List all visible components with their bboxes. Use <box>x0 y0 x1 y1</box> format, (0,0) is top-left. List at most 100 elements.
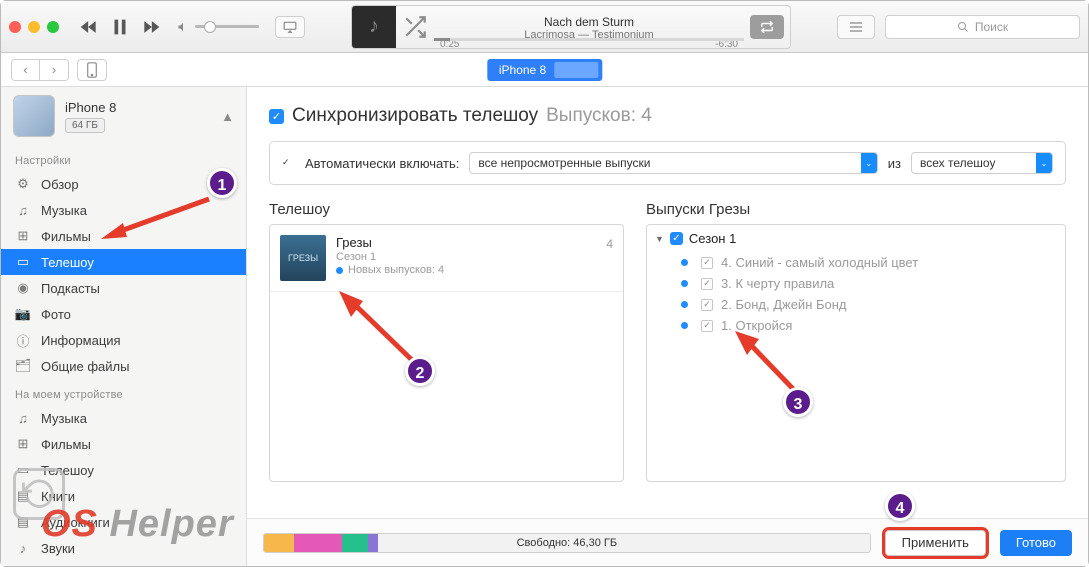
queue-button[interactable] <box>837 15 875 39</box>
watermark-text: OS Helper <box>41 502 234 546</box>
episode-checkbox[interactable]: ✓ <box>701 320 713 332</box>
progress-bar[interactable] <box>434 38 744 41</box>
annotation-marker-1: 1 <box>207 168 237 198</box>
sidebar-item-label: Фильмы <box>41 437 91 452</box>
info-icon: ⓘ <box>15 331 31 350</box>
show-new: Новых выпусков: 4 <box>336 264 596 276</box>
auto-include-label: Автоматически включать: <box>305 156 459 171</box>
history-nav[interactable]: ‹ › <box>11 59 69 81</box>
eject-icon[interactable]: ▲ <box>221 109 234 124</box>
device-tab-label: iPhone 8 <box>491 63 554 77</box>
device-name: iPhone 8 <box>65 100 211 115</box>
search-input[interactable]: Поиск <box>885 15 1080 39</box>
repeat-icon[interactable] <box>750 15 784 39</box>
episode-checkbox[interactable]: ✓ <box>701 257 713 269</box>
disclosure-icon[interactable]: ▼ <box>655 234 664 244</box>
now-playing: ♪ Nach dem Sturm Lacrimosa — Testimonium… <box>351 5 791 49</box>
col-left-header: Телешоу <box>269 201 624 218</box>
episode-row[interactable]: ✓ 2. Бонд, Джейн Бонд <box>647 294 1065 315</box>
window-controls[interactable] <box>9 21 59 33</box>
sidebar-item-label: Общие файлы <box>41 359 129 374</box>
unwatched-dot <box>681 301 688 308</box>
shows-panel: ГРЕЗЫ Грезы Сезон 1 Новых выпусков: 4 4 <box>269 224 624 482</box>
episode-title: 2. Бонд, Джейн Бонд <box>721 297 847 312</box>
tone-icon: ♪ <box>15 541 31 556</box>
show-row[interactable]: ГРЕЗЫ Грезы Сезон 1 Новых выпусков: 4 4 <box>270 225 623 292</box>
season-row[interactable]: ▼ ✓ Сезон 1 <box>647 225 1065 252</box>
show-artwork: ГРЕЗЫ <box>280 235 326 281</box>
sidebar-item-Подкасты[interactable]: ◉ Подкасты <box>1 275 246 301</box>
sidebar-item-label: Фото <box>41 307 71 322</box>
sidebar-item-label: Телешоу <box>41 255 94 270</box>
episode-row[interactable]: ✓3. К черту правила <box>647 273 1065 294</box>
search-placeholder: Поиск <box>975 20 1008 34</box>
season-label: Сезон 1 <box>689 231 736 246</box>
pause-icon[interactable] <box>109 16 131 38</box>
volume-slider[interactable] <box>177 21 259 33</box>
capacity-bar: Свободно: 46,30 ГБ <box>263 533 871 553</box>
device-capacity: 64 ГБ <box>65 118 105 133</box>
done-button[interactable]: Готово <box>1000 530 1072 556</box>
season-checkbox[interactable]: ✓ <box>670 232 683 245</box>
files-icon: 🗂 <box>15 358 31 374</box>
airplay-button[interactable] <box>275 16 305 38</box>
show-ep-count: 4 <box>606 235 613 281</box>
episode-row[interactable]: ✓1. Откройся <box>647 315 1065 336</box>
episode-title: 4. Синий - самый холодный цвет <box>721 255 918 270</box>
of-label: из <box>888 156 901 171</box>
show-season: Сезон 1 <box>336 251 596 263</box>
shuffle-icon[interactable] <box>402 14 428 40</box>
include-select[interactable]: все непросмотренные выпуски⌄ <box>469 152 877 174</box>
prev-icon[interactable] <box>79 17 99 37</box>
device-thumb <box>13 95 55 137</box>
forward-button[interactable]: › <box>40 60 68 80</box>
back-button[interactable]: ‹ <box>12 60 40 80</box>
unwatched-dot <box>681 259 688 266</box>
sidebar-item-label: Музыка <box>41 411 87 426</box>
tv-icon: ▭ <box>15 254 31 270</box>
sidebar-item-Информация[interactable]: ⓘ Информация <box>1 327 246 353</box>
apply-button[interactable]: Применить <box>885 530 986 556</box>
sidebar-item-Телешоу[interactable]: ▭ Телешоу <box>1 249 246 275</box>
device-header[interactable]: iPhone 8 64 ГБ ▲ <box>1 87 246 145</box>
sidebar-section-ondevice: На моем устройстве <box>1 379 246 405</box>
sidebar-item-Общие файлы[interactable]: 🗂 Общие файлы <box>1 353 246 379</box>
free-space-label: Свободно: 46,30 ГБ <box>264 537 870 549</box>
episode-checkbox[interactable]: ✓ <box>701 299 713 311</box>
unwatched-dot <box>681 280 688 287</box>
sync-label: Синхронизировать телешоу <box>292 105 538 127</box>
unwatched-dot <box>681 322 688 329</box>
episode-row[interactable]: ✓ 4. Синий - самый холодный цвет <box>647 252 1065 273</box>
sidebar-item-label: Музыка <box>41 203 87 218</box>
volume-icon <box>177 21 189 33</box>
episode-checkbox[interactable]: ✓ <box>701 278 713 290</box>
film-icon: ⊞ <box>15 436 31 452</box>
music-icon: ♫ <box>15 411 31 426</box>
auto-include-checkbox[interactable]: ✓ <box>282 157 295 170</box>
music-icon: ♫ <box>15 203 31 218</box>
sidebar-item-label: Подкасты <box>41 281 100 296</box>
sidebar-item-Музыка[interactable]: ♫ Музыка <box>1 405 246 431</box>
auto-include-bar: ✓ Автоматически включать: все непросмотр… <box>269 141 1066 185</box>
annotation-marker-3: 3 <box>783 387 813 417</box>
sync-checkbox[interactable]: ✓ <box>269 109 284 124</box>
next-icon[interactable] <box>141 17 161 37</box>
search-icon <box>957 21 969 33</box>
device-button[interactable] <box>77 59 107 81</box>
sidebar-item-label: Обзор <box>41 177 79 192</box>
shows-select[interactable]: всех телешоу⌄ <box>911 152 1053 174</box>
episodes-count: Выпусков: 4 <box>546 105 652 127</box>
gear-icon: ⚙︎ <box>15 176 31 192</box>
sidebar-item-Фото[interactable]: 📷Фото <box>1 301 246 327</box>
col-right-header: Выпуски Грезы <box>646 201 1066 218</box>
film-icon: ⊞ <box>15 228 31 244</box>
nav-row: ‹ › iPhone 8 <box>1 53 1088 87</box>
player-bar: ♪ Nach dem Sturm Lacrimosa — Testimonium… <box>1 1 1088 53</box>
sidebar-item-Фильмы[interactable]: ⊞ Фильмы <box>1 431 246 457</box>
annotation-marker-2: 2 <box>405 356 435 386</box>
episodes-panel: ▼ ✓ Сезон 1 ✓ 4. Синий - самый холодный ц… <box>646 224 1066 482</box>
device-tab[interactable]: iPhone 8 <box>487 59 602 81</box>
sidebar-item-label: Информация <box>41 333 121 348</box>
podcast-icon: ◉ <box>15 280 31 296</box>
np-title: Nach dem Sturm <box>544 15 634 29</box>
